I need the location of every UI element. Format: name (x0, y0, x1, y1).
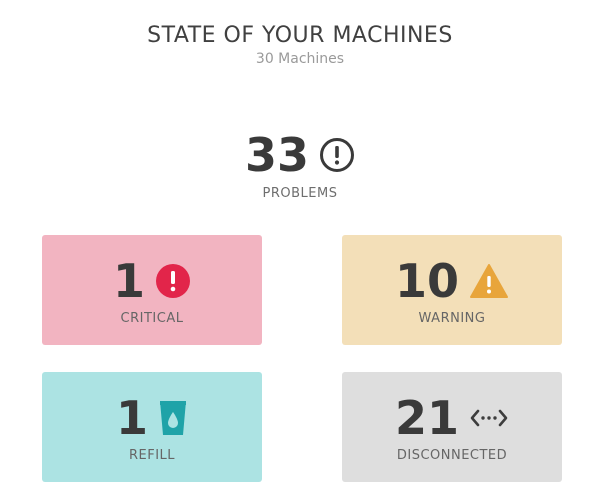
critical-label: CRITICAL (120, 311, 184, 326)
warning-count: 10 (394, 254, 459, 308)
disconnected-count: 21 (394, 391, 459, 445)
page-title: STATE OF YOUR MACHINES (147, 23, 453, 48)
refill-label: REFILL (128, 448, 176, 463)
warning-triangle-icon (469, 263, 509, 299)
critical-card[interactable]: 1 CRITICAL (42, 235, 262, 345)
problems-summary[interactable]: 33 PROBLEMS (0, 128, 600, 201)
disconnected-card[interactable]: 21 DISCONNECTED (342, 372, 562, 482)
machine-count: 30 Machines (255, 51, 345, 67)
problems-count: 33 (244, 128, 309, 182)
warning-card[interactable]: 10 WARNING (342, 235, 562, 345)
cup-drop-icon (158, 399, 188, 437)
refill-card[interactable]: 1 REFILL (42, 372, 262, 482)
exclamation-circle-icon (155, 263, 191, 299)
problems-label: PROBLEMS (262, 186, 338, 201)
warning-label: WARNING (418, 311, 486, 326)
disconnected-arrows-icon (469, 406, 509, 430)
critical-count: 1 (112, 254, 145, 308)
refill-count: 1 (115, 391, 148, 445)
header: STATE OF YOUR MACHINES 30 Machines (0, 22, 600, 67)
alert-circle-icon (319, 137, 355, 173)
disconnected-label: DISCONNECTED (396, 448, 508, 463)
